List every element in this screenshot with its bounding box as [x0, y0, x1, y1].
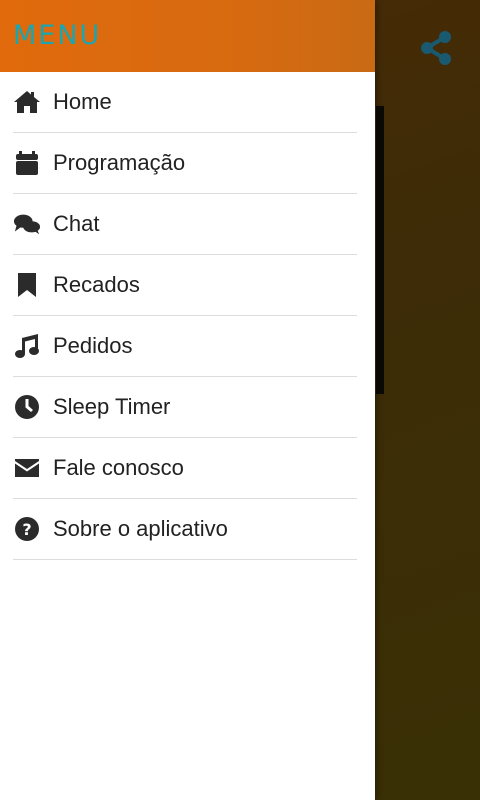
- menu-item-fale-conosco[interactable]: Fale conosco: [13, 438, 357, 499]
- music-note-icon: [13, 332, 41, 360]
- svg-text:?: ?: [22, 520, 31, 539]
- menu-list: Home Programação Chat Recados Pedidos Sl…: [0, 72, 375, 560]
- drawer-header: MENU: [0, 0, 375, 72]
- background-content-card: [376, 106, 384, 394]
- menu-item-label: Home: [53, 89, 112, 114]
- menu-item-programacao[interactable]: Programação: [13, 133, 357, 194]
- menu-item-label: Chat: [53, 211, 100, 236]
- menu-item-home[interactable]: Home: [13, 72, 357, 133]
- share-button[interactable]: [416, 30, 456, 66]
- menu-item-label: Recados: [53, 272, 140, 297]
- menu-item-sleep-timer[interactable]: Sleep Timer: [13, 377, 357, 438]
- navigation-drawer: MENU Home Programação Chat Recados Pedid…: [0, 0, 375, 800]
- envelope-icon: [13, 454, 41, 482]
- drawer-title: MENU: [13, 20, 102, 51]
- menu-item-recados[interactable]: Recados: [13, 255, 357, 316]
- share-icon: [421, 31, 451, 65]
- question-circle-icon: ?: [13, 515, 41, 543]
- clock-icon: [13, 393, 41, 421]
- menu-item-chat[interactable]: Chat: [13, 194, 357, 255]
- menu-item-label: Sleep Timer: [53, 394, 171, 419]
- chat-icon: [13, 210, 41, 238]
- menu-item-pedidos[interactable]: Pedidos: [13, 316, 357, 377]
- home-icon: [13, 88, 41, 116]
- calendar-icon: [13, 149, 41, 177]
- menu-item-sobre[interactable]: ? Sobre o aplicativo: [13, 499, 357, 560]
- menu-item-label: Sobre o aplicativo: [53, 516, 228, 541]
- bookmark-icon: [13, 271, 41, 299]
- menu-item-label: Fale conosco: [53, 455, 184, 480]
- menu-item-label: Programação: [53, 150, 186, 175]
- menu-item-label: Pedidos: [53, 333, 133, 358]
